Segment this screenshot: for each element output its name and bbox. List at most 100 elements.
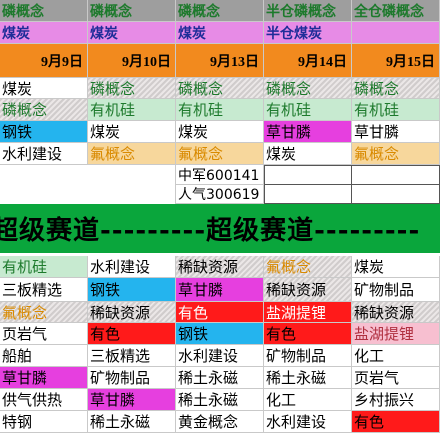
cell[interactable]: 煤炭: [352, 256, 440, 278]
cell[interactable]: [0, 165, 88, 185]
cell[interactable]: 有色: [176, 302, 264, 323]
lower-row-4: 页岩气 有色 钢铁 有色 盐湖提锂: [0, 323, 440, 345]
cell[interactable]: 页岩气: [352, 367, 440, 389]
banner-text: 超级赛道---------超级赛道---------: [0, 216, 421, 246]
upper-row-4: 水利建设 氟概念 氟概念 煤炭 氟概念: [0, 143, 440, 165]
cell[interactable]: 供气供热: [0, 389, 88, 411]
cell[interactable]: 水利建设: [0, 143, 88, 165]
cell[interactable]: 半仓磷概念: [264, 0, 352, 22]
cell[interactable]: 草甘膦: [88, 389, 176, 411]
cell[interactable]: 全仓磷概念: [352, 0, 440, 22]
cell[interactable]: 船舶: [0, 345, 88, 367]
cell[interactable]: [264, 165, 352, 185]
cell[interactable]: 氟概念: [176, 143, 264, 165]
lower-row-7: 供气供热 草甘膦 稀土永磁 化工 乡村振兴: [0, 389, 440, 411]
date-row: 9月9日 9月10日 9月13日 9月14日 9月15日: [0, 44, 440, 78]
date-cell[interactable]: 9月13日: [176, 44, 264, 78]
cell[interactable]: 水利建设: [88, 256, 176, 278]
cell[interactable]: 稀缺资源: [176, 256, 264, 278]
cell[interactable]: 磷概念: [0, 0, 88, 22]
cell[interactable]: 中军600141: [176, 165, 264, 185]
cell[interactable]: [352, 22, 440, 44]
cell[interactable]: 煤炭: [264, 143, 352, 165]
cell[interactable]: 有机硅: [352, 99, 440, 121]
cell[interactable]: 氟概念: [264, 256, 352, 278]
cell[interactable]: 草甘膦: [352, 121, 440, 143]
cell[interactable]: [88, 165, 176, 185]
cell[interactable]: 磷概念: [88, 0, 176, 22]
cell[interactable]: 化工: [352, 345, 440, 367]
cell[interactable]: 煤炭: [88, 121, 176, 143]
cell[interactable]: 水利建设: [264, 411, 352, 433]
cell[interactable]: 磷概念: [352, 78, 440, 99]
cell[interactable]: 草甘膦: [176, 278, 264, 302]
cell[interactable]: 有色: [352, 411, 440, 433]
cell[interactable]: 半仓煤炭: [264, 22, 352, 44]
cell[interactable]: 人气300619: [176, 185, 264, 204]
cell[interactable]: [264, 185, 352, 204]
upper-row-1: 煤炭 磷概念 磷概念 磷概念 磷概念: [0, 78, 440, 99]
cell[interactable]: 有色: [88, 323, 176, 345]
cell[interactable]: 矿物制品: [352, 278, 440, 302]
cell[interactable]: 煤炭: [0, 22, 88, 44]
cell[interactable]: 稀土永磁: [176, 389, 264, 411]
date-cell[interactable]: 9月10日: [88, 44, 176, 78]
cell[interactable]: 磷概念: [176, 78, 264, 99]
cell[interactable]: 氟概念: [88, 143, 176, 165]
cell[interactable]: 煤炭: [0, 78, 88, 99]
cell[interactable]: 煤炭: [88, 22, 176, 44]
cell[interactable]: 有机硅: [0, 256, 88, 278]
cell[interactable]: 氟概念: [352, 143, 440, 165]
upper-row-3: 钢铁 煤炭 煤炭 草甘膦 草甘膦: [0, 121, 440, 143]
cell[interactable]: 三板精选: [0, 278, 88, 302]
cell[interactable]: 稀土永磁: [264, 367, 352, 389]
cell[interactable]: 钢铁: [176, 323, 264, 345]
cell[interactable]: 化工: [264, 389, 352, 411]
cell[interactable]: 氟概念: [0, 302, 88, 323]
cell[interactable]: 矿物制品: [88, 367, 176, 389]
date-cell[interactable]: 9月9日: [0, 44, 88, 78]
cell[interactable]: 煤炭: [176, 121, 264, 143]
cell[interactable]: 稀缺资源: [352, 302, 440, 323]
cell[interactable]: 乡村振兴: [352, 389, 440, 411]
cell[interactable]: [0, 185, 88, 204]
cell[interactable]: 稀缺资源: [264, 278, 352, 302]
cell[interactable]: 磷概念: [0, 99, 88, 121]
cell[interactable]: 稀土永磁: [176, 367, 264, 389]
lower-row-2: 三板精选 钢铁 草甘膦 稀缺资源 矿物制品: [0, 278, 440, 302]
cell[interactable]: 有机硅: [88, 99, 176, 121]
cell[interactable]: 有机硅: [264, 99, 352, 121]
cell[interactable]: 钢铁: [0, 121, 88, 143]
cell[interactable]: 三板精选: [88, 345, 176, 367]
cell[interactable]: 矿物制品: [264, 345, 352, 367]
cell[interactable]: 水利建设: [176, 345, 264, 367]
cell[interactable]: 有色: [264, 323, 352, 345]
date-cell[interactable]: 9月14日: [264, 44, 352, 78]
lower-row-1: 有机硅 水利建设 稀缺资源 氟概念 煤炭: [0, 256, 440, 278]
super-track-banner: 超级赛道---------超级赛道---------: [0, 204, 440, 253]
lower-row-6: 草甘膦 矿物制品 稀土永磁 稀土永磁 页岩气: [0, 367, 440, 389]
cell[interactable]: 稀缺资源: [88, 302, 176, 323]
date-cell[interactable]: 9月15日: [352, 44, 440, 78]
cell[interactable]: 磷概念: [264, 78, 352, 99]
cell[interactable]: 草甘膦: [264, 121, 352, 143]
cell[interactable]: [352, 165, 440, 185]
cell[interactable]: [88, 185, 176, 204]
cell[interactable]: 盐湖提锂: [352, 323, 440, 345]
lower-row-5: 船舶 三板精选 水利建设 矿物制品 化工: [0, 345, 440, 367]
cell[interactable]: 磷概念: [88, 78, 176, 99]
header-row-2: 煤炭 煤炭 煤炭 半仓煤炭: [0, 22, 440, 44]
upper-row-6: 人气300619: [0, 185, 440, 204]
cell[interactable]: 有机硅: [176, 99, 264, 121]
cell[interactable]: 稀土永磁: [88, 411, 176, 433]
cell[interactable]: [352, 185, 440, 204]
cell[interactable]: 钢铁: [88, 278, 176, 302]
cell[interactable]: 黄金概念: [176, 411, 264, 433]
cell[interactable]: 特钢: [0, 411, 88, 433]
cell[interactable]: 煤炭: [176, 22, 264, 44]
cell[interactable]: 磷概念: [176, 0, 264, 22]
cell[interactable]: 盐湖提锂: [264, 302, 352, 323]
cell[interactable]: 草甘膦: [0, 367, 88, 389]
cell[interactable]: 页岩气: [0, 323, 88, 345]
spreadsheet: 磷概念 磷概念 磷概念 半仓磷概念 全仓磷概念 煤炭 煤炭 煤炭 半仓煤炭 9月…: [0, 0, 440, 433]
